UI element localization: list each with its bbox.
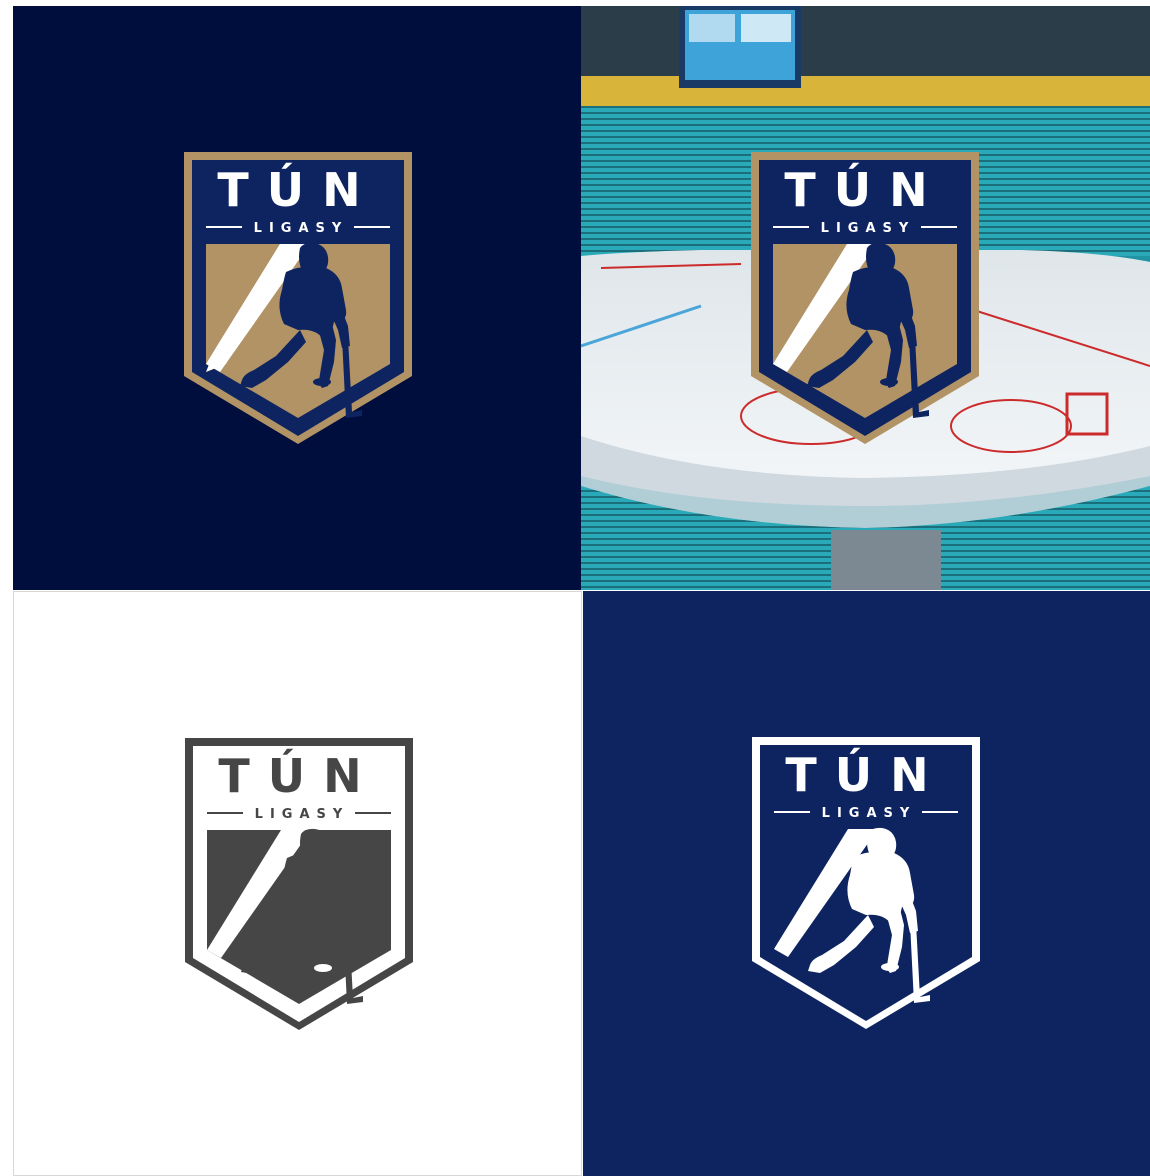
crest-logo: TÚN LIGASY [182, 150, 414, 446]
panel-white-on-navy: TÚN LIGASY [583, 591, 1150, 1176]
crest-shield: TÚN LIGASY [184, 152, 412, 444]
puck-icon [314, 964, 332, 972]
crest-logo: TÚN LIGASY [749, 150, 981, 446]
crest-logo: TÚN LIGASY [750, 735, 982, 1031]
puck-icon [313, 378, 331, 386]
logo-title: TÚN [784, 163, 945, 217]
logo-subtitle: LIGASY [254, 221, 349, 236]
logo-subtitle: LIGASY [255, 807, 350, 822]
crest-shield: TÚN LIGASY [751, 152, 979, 444]
logo-subtitle: LIGASY [821, 221, 916, 236]
logo-subtitle: LIGASY [822, 806, 917, 821]
logo-presentation-grid: TÚN LIGASY TÚN LIGASY TÚN LIGASY TÚN LIG… [13, 6, 1150, 1176]
logo-title: TÚN [218, 749, 379, 803]
panel-grey-on-white: TÚN LIGASY [13, 591, 582, 1176]
logo-title: TÚN [217, 163, 378, 217]
panel-gold-on-navy: TÚN LIGASY [13, 6, 581, 590]
puck-icon [880, 378, 898, 386]
crest-logo: TÚN LIGASY [183, 736, 415, 1032]
crest-shield: TÚN LIGASY [185, 738, 413, 1030]
puck-icon [881, 963, 899, 971]
logo-title: TÚN [785, 748, 946, 802]
panel-gold-on-arena: TÚN LIGASY [581, 6, 1150, 590]
crest-shield: TÚN LIGASY [752, 737, 980, 1029]
